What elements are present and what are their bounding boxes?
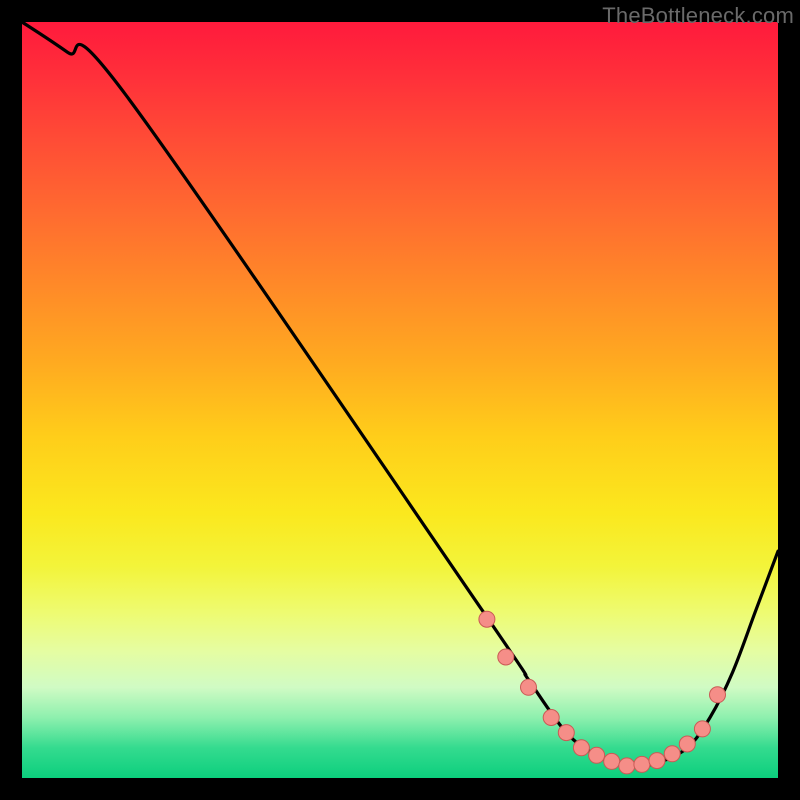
data-marker bbox=[589, 747, 605, 763]
chart-svg bbox=[22, 22, 778, 778]
data-marker bbox=[619, 758, 635, 774]
data-marker bbox=[573, 740, 589, 756]
data-marker bbox=[479, 611, 495, 627]
chart-frame: TheBottleneck.com bbox=[0, 0, 800, 800]
data-marker bbox=[664, 746, 680, 762]
data-marker bbox=[521, 679, 537, 695]
data-marker bbox=[694, 721, 710, 737]
data-markers bbox=[479, 611, 726, 774]
data-marker bbox=[634, 756, 650, 772]
data-marker bbox=[498, 649, 514, 665]
watermark-text: TheBottleneck.com bbox=[602, 3, 794, 29]
data-marker bbox=[558, 725, 574, 741]
data-marker bbox=[679, 736, 695, 752]
data-marker bbox=[649, 753, 665, 769]
data-marker bbox=[710, 687, 726, 703]
data-marker bbox=[604, 753, 620, 769]
data-marker bbox=[543, 710, 559, 726]
bottleneck-curve bbox=[22, 22, 778, 767]
plot-area bbox=[22, 22, 778, 778]
